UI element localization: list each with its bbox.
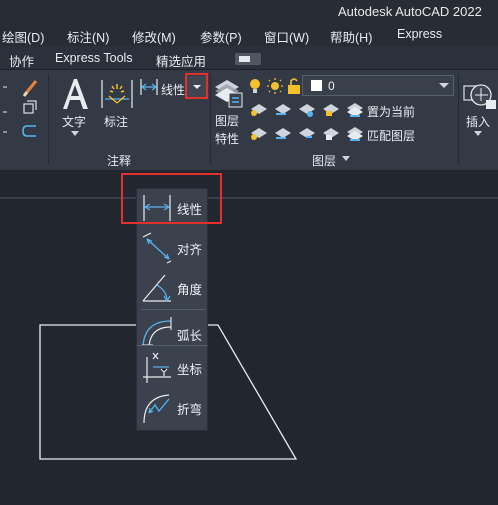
layer-tools-icons[interactable] — [248, 100, 343, 150]
drawing-canvas[interactable] — [0, 170, 498, 505]
tab-collaborate[interactable]: 协作 — [9, 51, 34, 70]
angular-item-highlight — [121, 173, 222, 224]
dropdown-item-label: 对齐 — [177, 243, 203, 257]
linear-dim-icon[interactable] — [139, 77, 159, 97]
chevron-down-icon[interactable] — [474, 131, 482, 137]
dropdown-item-ordinate[interactable]: 坐标 — [137, 347, 209, 387]
chevron-down-icon[interactable] — [342, 156, 350, 162]
layer-properties-icon[interactable] — [213, 75, 243, 111]
dimension-icon[interactable] — [100, 76, 134, 110]
layer-color-swatch — [311, 80, 322, 91]
draw-tools-icon[interactable] — [0, 74, 44, 144]
dropdown-item-jogged[interactable]: 折弯 — [137, 387, 209, 427]
menu-dimension[interactable]: 标注(N) — [67, 27, 109, 46]
menu-window[interactable]: 窗口(W) — [264, 27, 309, 46]
dropdown-item-aligned[interactable]: 对齐 — [137, 227, 209, 267]
menu-bar: 绘图(D) 标注(N) 修改(M) 参数(P) 窗口(W) 帮助(H) Expr… — [0, 24, 498, 46]
make-current-label[interactable]: 置为当前 — [367, 103, 415, 120]
linear-split-label[interactable]: 线性 — [161, 81, 185, 98]
jogged-dim-icon — [143, 394, 170, 424]
text-icon[interactable] — [58, 76, 92, 112]
menu-draw[interactable]: 绘图(D) — [2, 27, 44, 46]
layer-dropdown[interactable]: 0 — [302, 75, 454, 96]
dropdown-item-label: 折弯 — [177, 403, 203, 417]
angular-dim-icon — [142, 274, 171, 302]
drawing-shape — [39, 324, 298, 460]
make-current-icon[interactable] — [346, 102, 364, 118]
menu-help[interactable]: 帮助(H) — [330, 27, 372, 46]
ribbon-tabs: 协作 Express Tools 精选应用 — [0, 46, 498, 70]
window-icon — [239, 56, 250, 62]
match-layer-label[interactable]: 匹配图层 — [367, 127, 415, 144]
aligned-dim-icon — [142, 232, 172, 264]
annotation-panel-title: 注释 — [107, 154, 132, 168]
tab-overflow-button[interactable] — [235, 53, 261, 65]
app-title: Autodesk AutoCAD 2022 — [338, 4, 482, 19]
menu-express[interactable]: Express — [397, 27, 442, 41]
layer-name: 0 — [328, 79, 335, 93]
layer-properties-label-line2: 特性 — [215, 132, 240, 146]
ribbon: 文字 标注 线性 注释 图层 特性 0 置为当前 匹配图层 图层 插入 — [0, 70, 498, 170]
dropdown-item-label: 角度 — [177, 283, 203, 297]
match-layer-icon[interactable] — [346, 126, 364, 142]
layer-state-icons — [250, 78, 300, 94]
layer-properties-label-line1: 图层 — [215, 114, 240, 128]
dropdown-item-label: 弧长 — [177, 329, 203, 343]
dropdown-arrow-highlight — [185, 73, 208, 99]
tab-express-tools[interactable]: Express Tools — [55, 51, 133, 65]
insert-label: 插入 — [466, 115, 491, 129]
dimension-button-label: 标注 — [104, 115, 129, 129]
layers-panel-title: 图层 — [312, 154, 337, 168]
ordinate-dim-icon — [143, 352, 171, 383]
dropdown-item-angular[interactable]: 角度 — [137, 267, 209, 307]
tab-featured-apps[interactable]: 精选应用 — [156, 51, 206, 70]
dimension-dropdown-menu-lower: 坐标 折弯 — [136, 345, 208, 431]
title-bar: Autodesk AutoCAD 2022 — [0, 0, 498, 24]
insert-block-icon[interactable] — [462, 76, 496, 112]
menu-parametric[interactable]: 参数(P) — [200, 27, 242, 46]
text-button-label: 文字 — [62, 115, 87, 129]
dropdown-item-label: 坐标 — [177, 363, 203, 377]
chevron-down-icon — [439, 83, 449, 88]
chevron-down-icon[interactable] — [71, 131, 79, 137]
menu-modify[interactable]: 修改(M) — [132, 27, 176, 46]
